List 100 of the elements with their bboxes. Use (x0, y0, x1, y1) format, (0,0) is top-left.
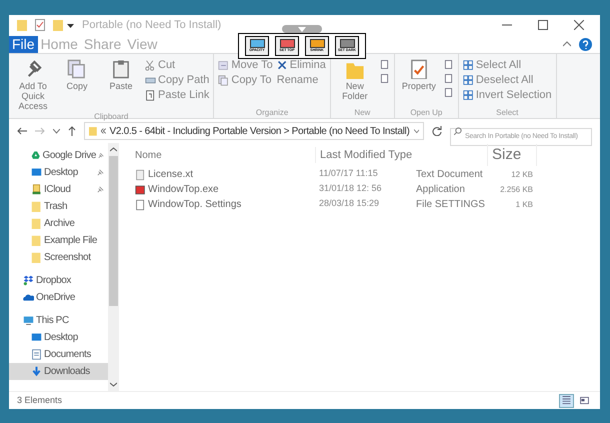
sidebar-item[interactable]: Downloads (9, 363, 108, 380)
sidebar-label: Desktop (44, 331, 78, 345)
checklist-icon[interactable] (35, 19, 45, 31)
drive-icon (31, 150, 40, 161)
scrollbar[interactable] (108, 143, 119, 391)
sidebar-item[interactable]: Screenshot (9, 249, 108, 266)
dropdown-icon[interactable] (67, 22, 74, 28)
table-cell-text: 11/07/17 11:15 (319, 167, 379, 180)
ribbon-button[interactable]: Copy To (218, 74, 273, 87)
cloud-icon (23, 292, 34, 303)
address-field[interactable]: V2.0.5 - 64bit - Including Portable Version > Portable (no Need To Install) (84, 122, 424, 140)
ribbon-button[interactable]: Copy (57, 59, 97, 91)
search-icon (454, 127, 462, 135)
sidebar-item[interactable]: Trash (9, 198, 108, 215)
sidebar-item[interactable]: OneDrive (9, 289, 108, 306)
group-label: New (353, 107, 372, 118)
ribbon-button[interactable]: New Folder (334, 59, 375, 101)
ribbon-button[interactable]: Paste (101, 59, 141, 91)
ribbon-button[interactable]: Invert Selection (462, 89, 552, 102)
sidebar-label: Example File (44, 234, 97, 248)
sidebar-label: Dropbox (36, 274, 71, 288)
table-cell-text: File SETTINGS (416, 198, 485, 212)
sidebar-label: This PC (36, 314, 69, 328)
file-name[interactable]: WindowTop.exe (148, 182, 219, 197)
sidebar-label: Documents (44, 348, 91, 362)
scroll-down-icon[interactable] (110, 382, 117, 387)
copy-icon (67, 59, 87, 79)
sidebar-item[interactable]: Desktop (9, 329, 108, 346)
sidebar-label: Downloads (44, 365, 90, 379)
sidebar-label: Trash (44, 200, 68, 214)
sidebar-item[interactable]: Example File (9, 232, 108, 249)
grid-icon (462, 60, 474, 71)
monitor-icon (31, 167, 42, 178)
ribbon-button[interactable]: Paste Link (145, 89, 210, 102)
window-title: Portable (no Need To Install) (82, 18, 222, 33)
ribbon-button[interactable]: Rename (276, 74, 326, 87)
ribbon-button[interactable]: Property (398, 59, 439, 91)
group-label: Clipboard (93, 111, 130, 122)
sidebar-label: Google Drive (42, 149, 96, 163)
item-count: 3 Elements (17, 394, 62, 407)
table-cell-text: 1 KB (514, 198, 534, 210)
ribbon-button[interactable]: Deselect All (462, 74, 552, 87)
column-header[interactable]: Last Modified Type (315, 146, 487, 164)
move-icon (218, 60, 230, 71)
ribbon-button[interactable]: Cut (145, 59, 210, 72)
sidebar-item[interactable]: ICloud (9, 181, 108, 198)
back-arrow-icon[interactable] (17, 127, 27, 135)
sidebar-label: Screenshot (44, 251, 91, 265)
folder-icon (31, 252, 42, 263)
ribbon-button[interactable]: Select All (462, 59, 552, 72)
menu-tab[interactable]: File (9, 36, 38, 52)
document-icon[interactable] (378, 59, 390, 70)
ribbon-button[interactable]: Elimina (276, 59, 326, 72)
table-cell-text: Text Document (416, 168, 483, 182)
document-icon[interactable] (442, 73, 454, 84)
group-label: Organize (254, 107, 290, 118)
table-cell-text: Application (416, 183, 465, 197)
sidebar-item[interactable]: Documents (9, 346, 108, 363)
pin-icon[interactable] (97, 169, 104, 176)
document-icon[interactable] (442, 87, 454, 98)
folder-icon (31, 218, 42, 229)
table-cell-text: 12 KB (510, 168, 534, 180)
grid-icon (462, 90, 474, 101)
sidebar-item[interactable]: This PC (9, 312, 108, 329)
sidebar-item[interactable]: Google Drive (9, 147, 108, 164)
document-icon (31, 349, 42, 360)
chevrons-icon (100, 128, 106, 134)
column-header[interactable]: Size (487, 144, 537, 166)
sidebar-item[interactable]: Archive (9, 215, 108, 232)
document-icon[interactable] (442, 59, 454, 70)
group-label: Select (495, 107, 520, 118)
up-arrow-icon[interactable] (68, 126, 76, 136)
sidebar-label: OneDrive (36, 291, 76, 305)
document-icon[interactable] (378, 73, 390, 84)
computer-icon (23, 315, 34, 326)
table-cell-text: 2.256 KB (499, 184, 534, 196)
pin-icon[interactable] (98, 152, 104, 159)
sidebar-label: Archive (44, 217, 75, 231)
maximize-icon[interactable] (538, 20, 548, 30)
monitor-icon (31, 332, 42, 343)
file-name[interactable]: WindowTop. Settings (148, 197, 242, 212)
column-header[interactable]: Nome (135, 148, 315, 162)
file-name[interactable]: License.xt (148, 167, 194, 182)
scissors-icon (145, 60, 156, 71)
ribbon-button[interactable]: Move To (218, 59, 273, 72)
list-icon (561, 395, 572, 406)
collapse-icon[interactable] (563, 41, 571, 47)
sidebar-item[interactable]: Dropbox (9, 272, 108, 289)
help-icon[interactable] (579, 38, 592, 50)
ribbon-button[interactable]: Add To Quick Access (13, 59, 53, 111)
refresh-icon[interactable] (432, 126, 442, 136)
details-view-button[interactable] (559, 394, 574, 408)
folder-icon (31, 184, 42, 195)
toolbar-handle[interactable] (282, 25, 322, 33)
tile-icon (579, 395, 590, 406)
close-icon[interactable] (574, 20, 584, 30)
scroll-up-icon[interactable] (110, 147, 117, 152)
pin-icon[interactable] (97, 186, 104, 193)
sidebar-item[interactable]: Desktop (9, 164, 108, 181)
ribbon-button[interactable]: Copy Path (145, 74, 210, 87)
